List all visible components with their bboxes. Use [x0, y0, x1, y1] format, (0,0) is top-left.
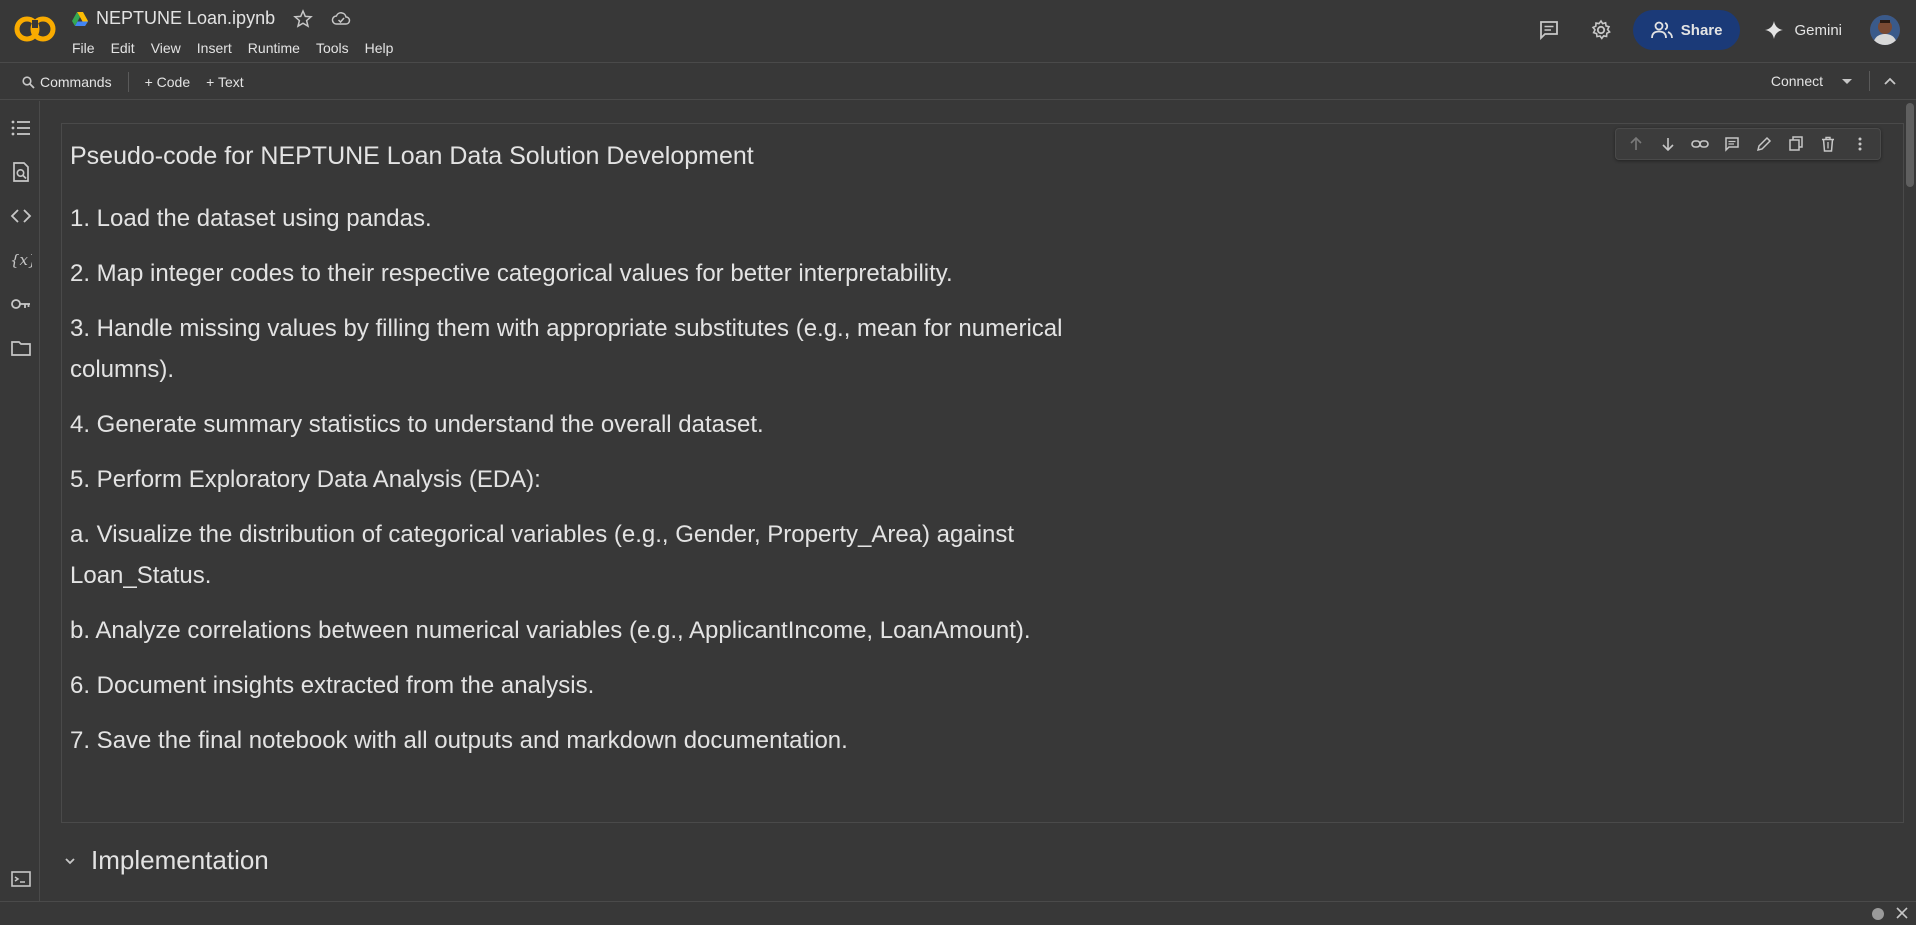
pseudo-step-5a: a. Visualize the distribution of categor… [70, 521, 1015, 589]
gemini-label: Gemini [1794, 21, 1842, 39]
cell-heading: Pseudo-code for NEPTUNE Loan Data Soluti… [70, 142, 754, 170]
avatar-image [1870, 15, 1900, 45]
notebook-toolbar: Commands + Code + Text Connect [0, 64, 1916, 100]
pseudo-step-1: 1. Load the dataset using pandas. [70, 205, 432, 232]
menu-bar: File Edit View Insert Runtime Tools Help [64, 38, 401, 58]
notebook-title-row: NEPTUNE Loan.ipynb [72, 8, 351, 29]
cloud-saved-icon[interactable] [331, 9, 351, 29]
comments-button[interactable] [1529, 10, 1569, 50]
gemini-sparkle-icon [1765, 21, 1784, 39]
pseudo-step-2: 2. Map integer codes to their respective… [70, 260, 953, 287]
markdown-content: Pseudo-code for NEPTUNE Loan Data Soluti… [70, 140, 1070, 775]
terminal-icon[interactable] [10, 868, 32, 890]
svg-text:{x}: {x} [10, 251, 32, 269]
people-icon [1650, 21, 1673, 39]
copy-link-button[interactable] [1684, 131, 1716, 157]
google-drive-icon [72, 11, 88, 26]
menu-insert[interactable]: Insert [189, 38, 240, 58]
colab-logo[interactable] [14, 16, 56, 42]
edit-cell-button[interactable] [1748, 131, 1780, 157]
secrets-key-icon[interactable] [10, 293, 32, 315]
toolbar-right: Connect [1761, 70, 1902, 92]
menu-help[interactable]: Help [357, 38, 402, 58]
user-avatar[interactable] [1870, 15, 1900, 45]
collapse-header-icon[interactable] [1878, 71, 1902, 91]
commands-label: Commands [40, 74, 112, 90]
files-folder-icon[interactable] [10, 337, 32, 359]
pseudo-step-5: 5. Perform Exploratory Data Analysis (ED… [70, 466, 541, 493]
comment-icon [1539, 21, 1558, 41]
gear-icon [1591, 19, 1611, 40]
toolbar-divider-right [1869, 71, 1870, 91]
more-options-button[interactable] [1844, 131, 1876, 157]
commands-button[interactable]: Commands [14, 74, 120, 90]
pseudo-step-7: 7. Save the final notebook with all outp… [70, 727, 848, 754]
menu-file[interactable]: File [64, 38, 103, 58]
comment-icon [1725, 137, 1739, 152]
share-button[interactable]: Share [1632, 10, 1741, 50]
move-down-button[interactable] [1652, 131, 1684, 157]
pseudo-step-6: 6. Document insights extracted from the … [70, 672, 595, 699]
connect-button[interactable]: Connect [1761, 70, 1833, 92]
move-up-button[interactable] [1620, 131, 1652, 157]
top-bar: NEPTUNE Loan.ipynb File Edit View Insert… [0, 0, 1916, 63]
toolbar-divider [127, 72, 129, 92]
notebook-title[interactable]: NEPTUNE Loan.ipynb [96, 8, 275, 29]
star-icon[interactable] [293, 8, 313, 29]
connect-dropdown-icon[interactable] [1833, 71, 1861, 91]
chevron-down-icon[interactable] [61, 852, 79, 870]
vertical-scrollbar[interactable] [1904, 101, 1916, 901]
section-implementation[interactable]: Implementation [61, 845, 269, 876]
section-title: Implementation [91, 845, 269, 875]
menu-tools[interactable]: Tools [308, 38, 357, 58]
scrollbar-thumb[interactable] [1906, 103, 1914, 187]
pseudo-step-4: 4. Generate summary statistics to unders… [70, 411, 764, 438]
pseudo-step-5b: b. Analyze correlations between numerica… [70, 617, 1031, 644]
arrow-up-icon [1630, 136, 1642, 150]
table-of-contents-icon[interactable] [10, 117, 32, 139]
notebook-main: Pseudo-code for NEPTUNE Loan Data Soluti… [41, 101, 1904, 901]
add-text-button[interactable]: + Text [198, 74, 252, 90]
add-text-label: + Text [206, 74, 244, 90]
pencil-icon [1756, 136, 1772, 152]
link-icon [1691, 140, 1709, 148]
share-label: Share [1680, 21, 1723, 39]
status-bar [0, 901, 1916, 925]
more-vert-icon [1858, 137, 1862, 151]
status-indicator[interactable] [1872, 908, 1884, 920]
gemini-button[interactable]: Gemini [1750, 10, 1856, 50]
search-icon [22, 75, 35, 89]
mirror-cell-button[interactable] [1780, 131, 1812, 157]
add-comment-button[interactable] [1716, 131, 1748, 157]
variables-icon[interactable]: {x} [10, 249, 32, 271]
markdown-cell[interactable]: Pseudo-code for NEPTUNE Loan Data Soluti… [61, 123, 1904, 823]
find-replace-icon[interactable] [10, 161, 32, 183]
add-code-button[interactable]: + Code [137, 74, 199, 90]
menu-view[interactable]: View [143, 38, 189, 58]
left-sidebar: {x} [0, 101, 40, 901]
add-code-label: + Code [144, 74, 191, 90]
header-actions: Share Gemini [1523, 10, 1900, 50]
close-icon[interactable] [1894, 905, 1910, 921]
delete-cell-button[interactable] [1812, 131, 1844, 157]
menu-runtime[interactable]: Runtime [240, 38, 308, 58]
cell-toolbar [1615, 128, 1881, 160]
mirror-cell-icon [1789, 136, 1803, 151]
pseudo-step-3: 3. Handle missing values by filling them… [70, 315, 1063, 383]
arrow-down-icon [1662, 138, 1674, 152]
menu-edit[interactable]: Edit [103, 38, 143, 58]
code-snippets-icon[interactable] [10, 205, 32, 227]
toolbar-left: Commands + Code + Text [14, 72, 252, 92]
trash-icon [1822, 136, 1834, 152]
settings-button[interactable] [1581, 10, 1621, 50]
